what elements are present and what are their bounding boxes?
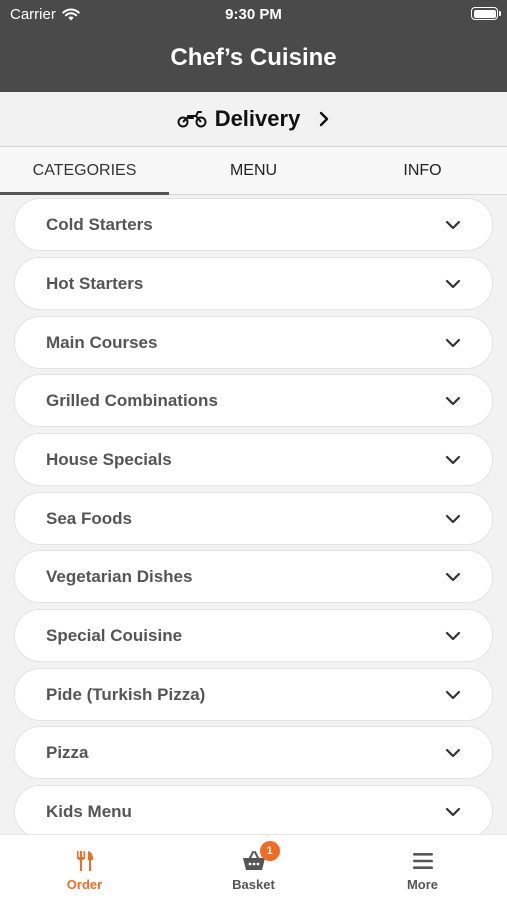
nav-order[interactable]: Order (0, 835, 169, 900)
nav-basket-label: Basket (232, 877, 275, 892)
chevron-down-icon (445, 690, 461, 699)
chevron-down-icon (445, 220, 461, 229)
page-title: Chef’s Cuisine (170, 44, 337, 71)
category-label: House Specials (46, 449, 172, 469)
chevron-down-icon (445, 396, 461, 405)
category-label: Pizza (46, 742, 89, 762)
category-label: Kids Menu (46, 801, 132, 821)
category-label: Cold Starters (46, 214, 153, 234)
category-label: Pide (Turkish Pizza) (46, 684, 206, 704)
category-label: Grilled Combinations (46, 390, 218, 410)
top-bar: Carrier 9:30 PM Chef’s Cuisine (0, 0, 507, 92)
chevron-down-icon (445, 572, 461, 581)
category-item[interactable]: Pizza (14, 726, 493, 779)
category-label: Hot Starters (46, 273, 144, 293)
app-screen: Carrier 9:30 PM Chef’s Cuisine Delivery (0, 0, 507, 900)
chevron-down-icon (445, 514, 461, 523)
nav-order-label: Order (66, 877, 103, 892)
chevron-right-icon (320, 111, 329, 127)
category-item[interactable]: House Specials (14, 433, 493, 486)
nav-more-label: More (406, 877, 439, 892)
status-bar: Carrier 9:30 PM (0, 0, 507, 28)
category-item[interactable]: Main Courses (14, 316, 493, 369)
bottom-navigation: Order 1 Basket More (0, 834, 507, 900)
category-item[interactable]: Hot Starters (14, 257, 493, 310)
category-item[interactable]: Special Couisine (14, 609, 493, 662)
category-item[interactable]: Sea Foods (14, 492, 493, 545)
category-item[interactable]: Pide (Turkish Pizza) (14, 668, 493, 721)
tab-info-label: INFO (403, 161, 442, 179)
chevron-down-icon (445, 807, 461, 816)
battery-icon (471, 7, 501, 20)
tab-menu[interactable]: MENU (169, 147, 338, 194)
category-label: Vegetarian Dishes (46, 566, 193, 586)
tab-menu-label: MENU (229, 161, 278, 179)
status-time: 9:30 PM (225, 6, 282, 23)
chevron-down-icon (445, 748, 461, 757)
category-label: Main Courses (46, 332, 158, 352)
chevron-down-icon (445, 631, 461, 640)
delivery-label: Delivery (214, 106, 301, 131)
basket-count-badge: 1 (259, 841, 280, 861)
tab-info[interactable]: INFO (338, 147, 507, 194)
tab-categories[interactable]: CATEGORIES (0, 147, 169, 195)
chevron-down-icon (445, 455, 461, 464)
tab-categories-label: CATEGORIES (32, 161, 137, 179)
category-item[interactable]: Grilled Combinations (14, 374, 493, 427)
chevron-down-icon (445, 279, 461, 288)
nav-basket[interactable]: 1 Basket (169, 835, 338, 900)
category-item[interactable]: Vegetarian Dishes (14, 550, 493, 603)
category-label: Special Couisine (46, 625, 183, 645)
chevron-down-icon (445, 338, 461, 347)
motorbike-icon (177, 111, 207, 128)
category-list[interactable]: Cold Starters Hot Starters Main Courses … (0, 196, 507, 834)
category-item[interactable]: Cold Starters (14, 198, 493, 251)
fork-knife-icon (76, 851, 93, 871)
hamburger-menu-icon (412, 853, 433, 869)
category-label: Sea Foods (46, 508, 132, 528)
category-item[interactable]: Kids Menu (14, 785, 493, 834)
delivery-selector[interactable]: Delivery (0, 92, 507, 147)
tab-bar: CATEGORIES MENU INFO (0, 147, 507, 195)
nav-more[interactable]: More (338, 835, 507, 900)
